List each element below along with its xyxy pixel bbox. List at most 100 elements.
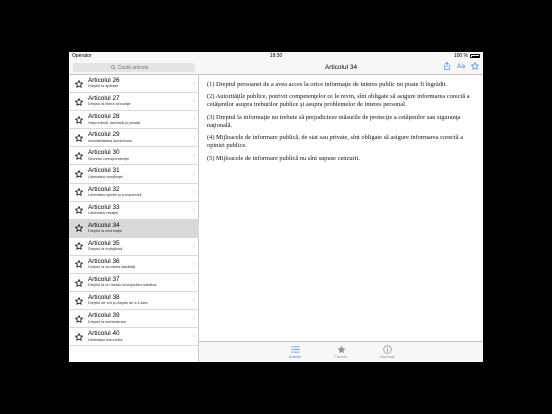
chevron-right-icon: › <box>192 98 196 106</box>
list-item-text: Articolul 38 Dreptul de vot şi dreptul de… <box>88 294 189 306</box>
chevron-right-icon: › <box>192 260 196 268</box>
list-item-title: Articolul 39 <box>88 312 120 320</box>
list-item-subtitle: Dreptul la libera circulaţie <box>88 102 131 107</box>
chevron-right-icon: › <box>192 224 196 232</box>
tab-favorites-label: Favorite <box>334 355 348 359</box>
list-item-text: Articolul 26 Dreptul la apărare <box>88 77 189 89</box>
star-outline-icon <box>74 278 83 287</box>
list-item-text: Articolul 32 Libertatea opiniei şi a expr… <box>88 185 189 198</box>
star-outline-icon <box>74 260 83 269</box>
paragraph-4: (4) Mijloacele de informare publică, de … <box>207 134 464 150</box>
tab-info-label: Informaţii <box>379 355 395 359</box>
favorite-button[interactable] <box>471 62 479 70</box>
favorite-toggle[interactable] <box>69 170 88 178</box>
chevron-right-icon: › <box>192 188 196 196</box>
ipad-screen: Operator 19:30 100 % Articolul 26Dreptul… <box>69 52 483 362</box>
list-item[interactable]: Articolul 29 Inviolabilitatea domiciliulu… <box>69 129 199 148</box>
tab-articles[interactable]: Articole <box>282 342 308 362</box>
star-icon <box>336 345 346 354</box>
chevron-right-icon: › <box>192 333 196 341</box>
paragraph-2: (2) Autorităţile publice, potrivit compe… <box>207 93 470 109</box>
list-item-subtitle: Libertatea creaţiei <box>88 211 119 215</box>
favorite-toggle[interactable] <box>69 188 88 196</box>
favorite-toggle[interactable] <box>69 332 88 341</box>
list-item[interactable]: Articolul 28 Viaţa intimă, familială şi p… <box>69 111 199 130</box>
star-outline-icon <box>74 97 83 106</box>
star-outline-icon <box>74 206 83 214</box>
list-item-subtitle: Dreptul la informaţie <box>88 229 122 234</box>
list-item-title: Articolul 30 <box>88 149 120 157</box>
list-item[interactable]: Articolul 32 Libertatea opiniei şi a expr… <box>69 184 199 202</box>
favorite-toggle[interactable] <box>69 115 88 124</box>
list-item[interactable]: Articolul 33 Libertatea creaţiei › <box>69 202 199 220</box>
search-icon <box>110 65 116 70</box>
tab-favorites[interactable]: Favorite <box>328 342 354 362</box>
paragraph-3: (3) Dreptul la informaţie nu trebuie să … <box>207 113 461 129</box>
list-item-text: Articolul 35 Dreptul la învăţătură <box>88 240 189 252</box>
list-item[interactable]: Articolul 30 Secretul corespondenţei › <box>69 147 199 166</box>
paragraph-1: (1) Dreptul persoanei de a avea acces la… <box>207 81 448 88</box>
chevron-right-icon: › <box>192 242 196 250</box>
search-bar <box>69 60 199 75</box>
list-item[interactable]: Articolul 26 Dreptul la apărare › <box>69 75 199 94</box>
list-item[interactable]: Articolul 31 Libertatea conştiinţei › <box>69 165 199 184</box>
page-title: Articolul 34 <box>324 64 358 71</box>
chevron-right-icon: › <box>192 116 196 124</box>
list-item-subtitle: Libertatea întrunirilor <box>88 337 123 342</box>
chevron-right-icon: › <box>192 170 196 178</box>
list-item-text: Articolul 34 Dreptul la informaţie <box>88 222 189 234</box>
list-item[interactable]: Articolul 39 Dreptul la administrare › <box>69 310 199 329</box>
tab-bar: Articole Favorite Informaţii <box>199 341 483 362</box>
list-item[interactable]: Articolul 34 Dreptul la informaţie › <box>69 219 199 238</box>
favorite-toggle[interactable] <box>69 242 88 251</box>
sidebar: Articolul 26Dreptul la apărare›Articolul… <box>69 60 199 362</box>
list-item-text: Articolul 29 Inviolabilitatea domiciliulu… <box>88 131 189 143</box>
battery-indicator: 100 % <box>454 53 480 59</box>
favorite-toggle[interactable] <box>69 296 88 305</box>
favorite-toggle[interactable] <box>69 133 88 142</box>
list-item-subtitle: Inviolabilitatea domiciliului <box>88 138 132 143</box>
list-item[interactable]: Articolul 40 Libertatea întrunirilor › <box>69 328 199 347</box>
list-item[interactable]: Articolul 35 Dreptul la învăţătură › <box>69 238 199 256</box>
favorite-toggle[interactable] <box>69 314 88 323</box>
star-outline-icon <box>74 332 83 341</box>
favorite-toggle[interactable] <box>69 152 88 160</box>
list-item-title: Articolul 31 <box>88 167 120 175</box>
list-item-title: Articolul 32 <box>88 185 120 193</box>
list-item-subtitle: Dreptul la învăţătură <box>88 247 123 252</box>
favorite-toggle[interactable] <box>69 224 88 233</box>
chevron-right-icon: › <box>192 279 196 287</box>
article-list: Articolul 26 Dreptul la apărare › Articolul… <box>69 75 199 347</box>
tab-info[interactable]: Informaţii <box>374 342 400 362</box>
favorite-toggle[interactable] <box>69 79 88 88</box>
favorite-toggle[interactable] <box>69 278 88 287</box>
share-button[interactable] <box>443 62 451 70</box>
list-item-subtitle: Dreptul la apărare <box>88 84 119 89</box>
star-outline-icon <box>74 115 83 124</box>
list-item[interactable]: Articolul 38 Dreptul de vot şi dreptul de… <box>69 292 199 311</box>
detail-pane: Articolul 34 Aa (1) Dreptul persoanei de… <box>199 60 483 362</box>
favorite-toggle[interactable] <box>69 206 88 214</box>
list-item-title: Articolul 29 <box>88 131 120 139</box>
star-outline-icon <box>74 79 83 88</box>
star-outline-icon <box>74 152 83 160</box>
list-item-text: Articolul 40 Libertatea întrunirilor <box>88 330 189 342</box>
star-outline-icon <box>74 314 83 323</box>
chevron-right-icon: › <box>192 297 196 305</box>
list-item-subtitle: Viaţa intimă, familială şi privată <box>88 120 141 125</box>
list-item-text: Articolul 31 Libertatea conştiinţei <box>88 167 189 179</box>
list-item[interactable]: Articolul 36 Dreptul la ocrotirea sănătăţ… <box>69 256 199 275</box>
share-icon <box>444 62 450 70</box>
font-size-button[interactable]: Aa <box>457 63 465 70</box>
list-item-subtitle: Secretul corespondenţei <box>88 156 129 161</box>
search-field[interactable] <box>73 63 195 72</box>
list-item[interactable]: Articolul 27 Dreptul la libera circulaţie… <box>69 93 199 112</box>
list-icon <box>290 346 300 353</box>
paragraph-5: (5) Mijloacele de informare publică nu s… <box>207 154 360 162</box>
favorite-toggle[interactable] <box>69 260 88 269</box>
chevron-right-icon: › <box>192 80 196 88</box>
list-item-subtitle: Dreptul la administrare <box>88 319 127 324</box>
search-input[interactable] <box>117 64 158 71</box>
list-item[interactable]: Articolul 37 Dreptul la un mediu înconjur… <box>69 274 199 293</box>
favorite-toggle[interactable] <box>69 97 88 106</box>
